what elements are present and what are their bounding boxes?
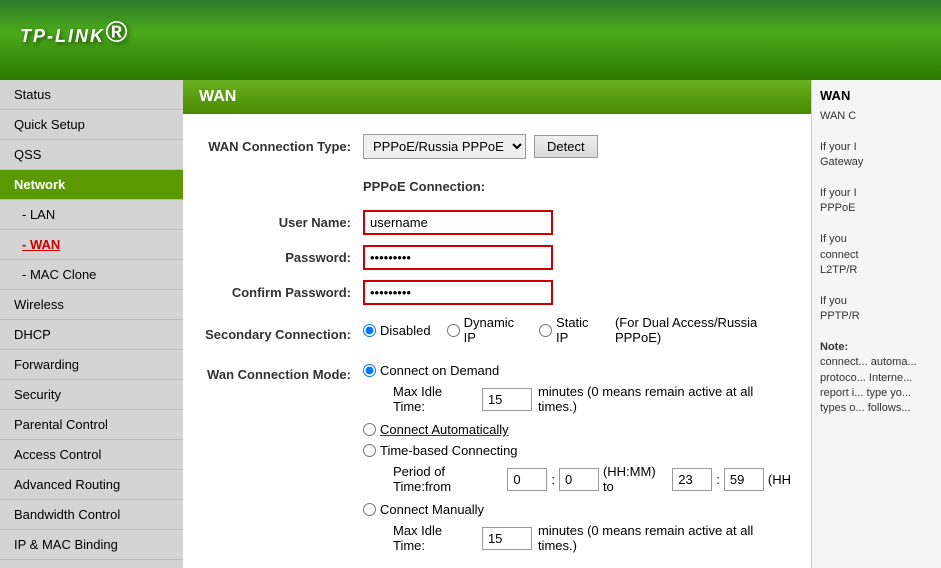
- period-label: Period of Time:from: [393, 464, 503, 494]
- secondary-connection-label: Secondary Connection:: [203, 327, 363, 342]
- max-idle-note-2: minutes (0 means remain active at all ti…: [538, 523, 791, 553]
- wan-connection-type-select[interactable]: PPPoE/Russia PPPoE: [363, 134, 526, 159]
- logo-superscript: ®: [105, 16, 129, 49]
- main-content: WAN WAN Connection Type: PPPoE/Russia PP…: [183, 80, 811, 568]
- content-body: WAN Connection Type: PPPoE/Russia PPPoE …: [183, 124, 811, 568]
- sidebar: Status Quick Setup QSS Network - LAN - W…: [0, 80, 183, 568]
- header: TP-LINK®: [0, 0, 941, 80]
- sidebar-item-dynamic-dns[interactable]: Dynamic DNS: [0, 560, 183, 568]
- logo-text: TP-LINK: [20, 26, 105, 46]
- connect-auto-label: Connect Automatically: [380, 422, 509, 437]
- help-text: WAN C If your I Gateway If your I PPPoE …: [820, 109, 933, 417]
- logo: TP-LINK®: [20, 16, 129, 64]
- password-value: [363, 245, 553, 270]
- main-layout: Status Quick Setup QSS Network - LAN - W…: [0, 80, 941, 568]
- max-idle-note-1: minutes (0 means remain active at all ti…: [538, 384, 791, 414]
- connect-on-demand-label: Connect on Demand: [380, 363, 499, 378]
- page-title: WAN: [183, 80, 811, 114]
- period-row: Period of Time:from : (HH:MM) to : (HH: [393, 464, 791, 494]
- wan-connection-mode-options: Connect on Demand Max Idle Time: minutes…: [363, 363, 791, 561]
- connect-manually-radio[interactable]: [363, 503, 376, 516]
- secondary-disabled-label: Disabled: [380, 323, 431, 338]
- time-based-row: Time-based Connecting: [363, 443, 791, 458]
- secondary-static-ip-radio[interactable]: [539, 324, 552, 337]
- connect-auto-radio[interactable]: [363, 423, 376, 436]
- sidebar-item-bandwidth-control[interactable]: Bandwidth Control: [0, 500, 183, 530]
- username-value: [363, 210, 553, 235]
- connect-on-demand-radio[interactable]: [363, 364, 376, 377]
- sidebar-item-lan[interactable]: - LAN: [0, 200, 183, 230]
- username-input[interactable]: [363, 210, 553, 235]
- username-label: User Name:: [203, 215, 363, 230]
- sidebar-item-status[interactable]: Status: [0, 80, 183, 110]
- max-idle-label-1: Max Idle Time:: [393, 384, 476, 414]
- max-idle-row-1: Max Idle Time: minutes (0 means remain a…: [393, 384, 791, 414]
- sidebar-item-quick-setup[interactable]: Quick Setup: [0, 110, 183, 140]
- secondary-static-ip-option: Static IP: [539, 315, 599, 345]
- connect-on-demand-row: Connect on Demand: [363, 363, 791, 378]
- colon-2: :: [716, 472, 720, 487]
- secondary-static-ip-label: Static IP: [556, 315, 599, 345]
- time-based-radio[interactable]: [363, 444, 376, 457]
- max-idle-input-1[interactable]: [482, 388, 532, 411]
- connect-auto-row: Connect Automatically: [363, 422, 791, 437]
- period-to-h-input[interactable]: [672, 468, 712, 491]
- sidebar-item-wan[interactable]: - WAN: [0, 230, 183, 260]
- secondary-dynamic-ip-option: Dynamic IP: [447, 315, 523, 345]
- sidebar-item-dhcp[interactable]: DHCP: [0, 320, 183, 350]
- sidebar-item-network[interactable]: Network: [0, 170, 183, 200]
- help-panel: WAN WAN C If your I Gateway If your I PP…: [811, 80, 941, 568]
- content-wrapper: WAN WAN Connection Type: PPPoE/Russia PP…: [183, 80, 941, 568]
- confirm-password-input[interactable]: [363, 280, 553, 305]
- sidebar-item-wireless[interactable]: Wireless: [0, 290, 183, 320]
- sidebar-item-access-control[interactable]: Access Control: [0, 440, 183, 470]
- connect-manually-label: Connect Manually: [380, 502, 484, 517]
- sidebar-item-forwarding[interactable]: Forwarding: [0, 350, 183, 380]
- max-idle-input-2[interactable]: [482, 527, 532, 550]
- sidebar-item-parental-control[interactable]: Parental Control: [0, 410, 183, 440]
- secondary-dynamic-ip-label: Dynamic IP: [464, 315, 523, 345]
- confirm-password-label: Confirm Password:: [203, 285, 363, 300]
- max-idle-label-2: Max Idle Time:: [393, 523, 476, 553]
- period-hhmm: (HH:MM) to: [603, 464, 668, 494]
- wan-connection-type-row: WAN Connection Type: PPPoE/Russia PPPoE …: [203, 134, 791, 159]
- password-label: Password:: [203, 250, 363, 265]
- wan-connection-mode-row: Wan Connection Mode: Connect on Demand M…: [203, 363, 791, 561]
- password-row: Password:: [203, 245, 791, 270]
- sidebar-item-ip-mac-binding[interactable]: IP & MAC Binding: [0, 530, 183, 560]
- secondary-connection-row: Secondary Connection: Disabled Dynamic I…: [203, 315, 791, 353]
- wan-connection-mode-label: Wan Connection Mode:: [203, 363, 363, 382]
- secondary-dynamic-ip-radio[interactable]: [447, 324, 460, 337]
- sidebar-item-security[interactable]: Security: [0, 380, 183, 410]
- help-title: WAN: [820, 88, 933, 103]
- period-from-m-input[interactable]: [559, 468, 599, 491]
- secondary-note: (For Dual Access/Russia PPPoE): [615, 315, 791, 345]
- confirm-password-row: Confirm Password:: [203, 280, 791, 305]
- colon-1: :: [551, 472, 555, 487]
- secondary-connection-options: Disabled Dynamic IP Static IP (For Dual …: [363, 315, 791, 345]
- sidebar-item-qss[interactable]: QSS: [0, 140, 183, 170]
- confirm-password-value: [363, 280, 553, 305]
- wan-connection-type-value: PPPoE/Russia PPPoE Detect: [363, 134, 598, 159]
- secondary-disabled-option: Disabled: [363, 323, 431, 338]
- period-to-m-input[interactable]: [724, 468, 764, 491]
- detect-button[interactable]: Detect: [534, 135, 598, 158]
- pppoe-section-title: PPPoE Connection:: [363, 179, 485, 194]
- secondary-disabled-radio[interactable]: [363, 324, 376, 337]
- username-row: User Name:: [203, 210, 791, 235]
- time-based-label: Time-based Connecting: [380, 443, 518, 458]
- sidebar-item-advanced-routing[interactable]: Advanced Routing: [0, 470, 183, 500]
- period-to-suffix: (HH: [768, 472, 791, 487]
- pppoe-section-row: PPPoE Connection:: [203, 169, 791, 200]
- wan-connection-type-label: WAN Connection Type:: [203, 139, 363, 154]
- password-input[interactable]: [363, 245, 553, 270]
- max-idle-row-2: Max Idle Time: minutes (0 means remain a…: [393, 523, 791, 553]
- connect-manually-row: Connect Manually: [363, 502, 791, 517]
- sidebar-item-mac-clone[interactable]: - MAC Clone: [0, 260, 183, 290]
- period-from-h-input[interactable]: [507, 468, 547, 491]
